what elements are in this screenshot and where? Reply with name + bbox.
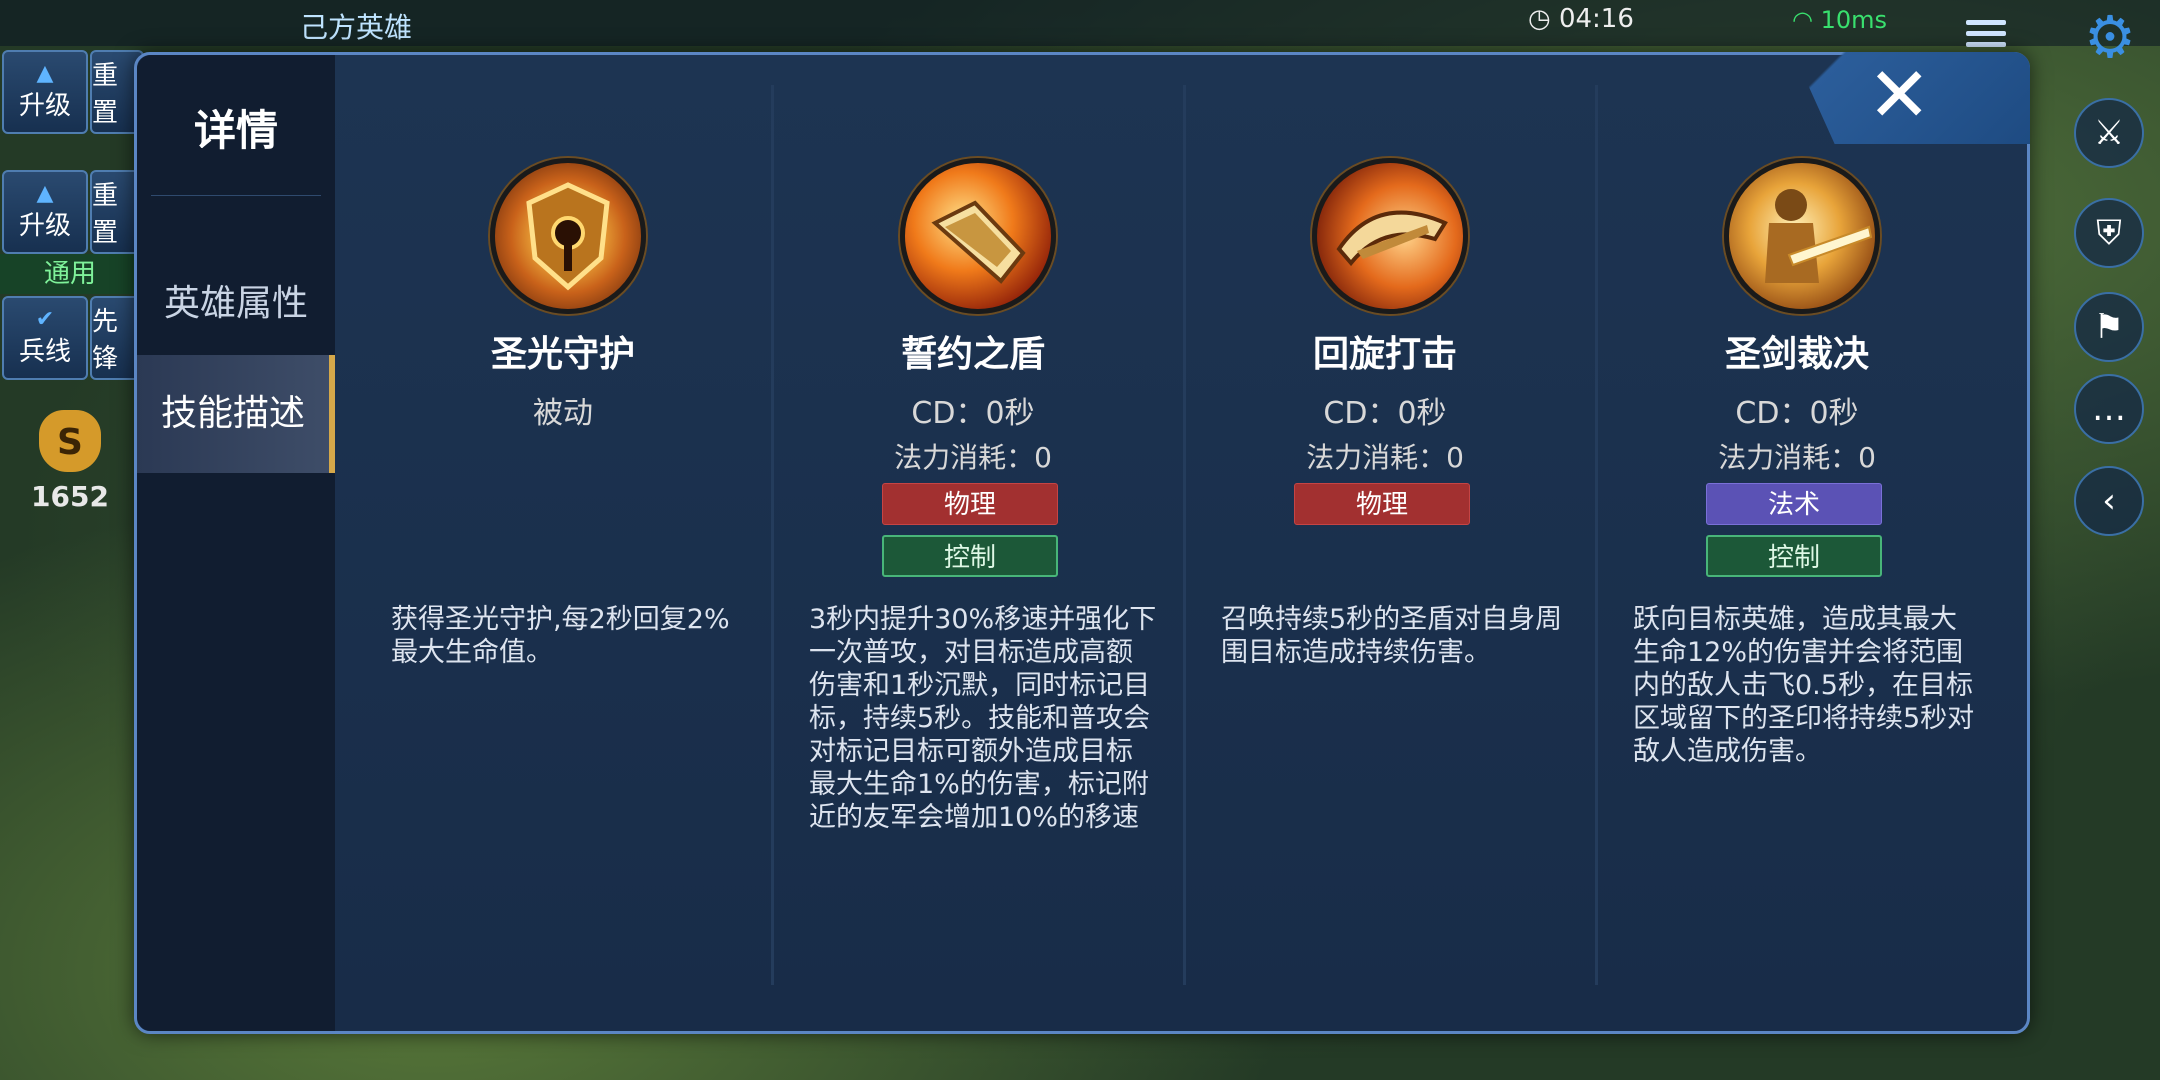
skill-name: 誓约之盾	[900, 334, 1045, 375]
skill-description: 跃向目标英雄，造成其最大生命12%的伤害并会将范围内的敌人击飞0.5秒，在目标区…	[1633, 604, 1975, 767]
gold-bag-icon: S	[39, 410, 101, 472]
check-icon: ✔	[35, 306, 55, 332]
skill-card-3: 回旋打击 CD：0秒 法力消耗：0 物理 召唤持续5秒的圣盾对自身周围目标造成持…	[1157, 55, 1567, 1031]
skill-description: 获得圣光守护,每2秒回复2%最大生命值。	[391, 604, 730, 668]
holy-sword-warrior-icon[interactable]	[1724, 158, 1880, 314]
skill-type: 被动	[533, 396, 593, 431]
sidebar-title: 详情	[193, 106, 278, 155]
gold-counter: S 1652	[20, 410, 120, 513]
settings-gear-icon[interactable]: ⚙	[2084, 8, 2136, 66]
skill-name: 回旋打击	[1312, 334, 1457, 375]
skill-mana-cost: 法力消耗：0	[1306, 441, 1464, 474]
skill-name: 圣光守护	[490, 334, 635, 375]
tag-control: 控制	[1706, 535, 1882, 577]
flaming-shield-icon[interactable]	[900, 158, 1056, 314]
skill-card-4: 圣剑裁决 CD：0秒 法力消耗：0 法术 控制 跃向目标英雄，造成其最大生命12…	[1569, 55, 1979, 1031]
tab-hero-attributes[interactable]: 英雄属性	[137, 245, 335, 363]
up-arrow-icon: ▲	[36, 60, 54, 86]
minion-button[interactable]: ✔ 兵线	[2, 296, 88, 380]
skill-card-passive: 圣光守护 被动 获得圣光守护,每2秒回复2%最大生命值。	[335, 55, 745, 1031]
skill-name: 圣剑裁决	[1724, 334, 1869, 375]
tab-skill-description[interactable]: 技能描述	[137, 355, 335, 473]
skill-cooldown: CD：0秒	[1323, 396, 1447, 431]
tag-physical: 物理	[1294, 483, 1470, 525]
skill-mana-cost: 法力消耗：0	[1718, 441, 1876, 474]
skill-mana-cost: 法力消耗：0	[894, 441, 1052, 474]
skill-description: 召唤持续5秒的圣盾对自身周围目标造成持续伤害。	[1221, 604, 1563, 668]
shield-emblem-icon[interactable]	[490, 158, 646, 314]
game-clock: ◷ 04:16	[1528, 4, 1634, 34]
tag-control: 控制	[882, 535, 1058, 577]
tag-physical: 物理	[882, 483, 1058, 525]
skill-cooldown: CD：0秒	[911, 396, 1035, 431]
upgrade-button-1[interactable]: ▲ 升级	[2, 50, 88, 134]
flag-icon[interactable]: ⚑	[2074, 292, 2144, 362]
sidebar-divider	[151, 195, 321, 196]
general-label: 通用	[0, 254, 140, 294]
spinning-shield-icon[interactable]	[1312, 158, 1468, 314]
network-ping: ◠ 10ms	[1792, 6, 1888, 34]
skill-card-2: 誓约之盾 CD：0秒 法力消耗：0 物理 控制 3秒内提升30%移速并强化下一次…	[745, 55, 1156, 1031]
wifi-icon: ◠	[1792, 6, 1813, 34]
shield-icon[interactable]: ⛨	[2074, 198, 2144, 268]
chat-icon[interactable]: …	[2074, 374, 2144, 444]
dialog-sidebar: 详情 英雄属性 技能描述	[137, 55, 335, 1031]
detail-dialog: 详情 英雄属性 技能描述 ✕ 圣光守护 被动 获得圣光守护,每2秒回复2%最大生…	[134, 52, 2030, 1034]
upgrade-button-2[interactable]: ▲ 升级	[2, 170, 88, 254]
ally-heroes-title: 己方英雄	[300, 11, 413, 44]
up-arrow-icon: ▲	[36, 180, 54, 206]
menu-icon[interactable]	[1966, 14, 2006, 53]
tag-magic: 法术	[1706, 483, 1882, 525]
sword-icon[interactable]: ⚔	[2074, 98, 2144, 168]
skill-cooldown: CD：0秒	[1735, 396, 1859, 431]
collapse-arrow-icon[interactable]: ‹	[2074, 466, 2144, 536]
gold-amount: 1652	[31, 480, 109, 513]
skill-description: 3秒内提升30%移速并强化下一次普攻，对目标造成高额伤害和1秒沉默，同时标记目标…	[809, 604, 1157, 833]
